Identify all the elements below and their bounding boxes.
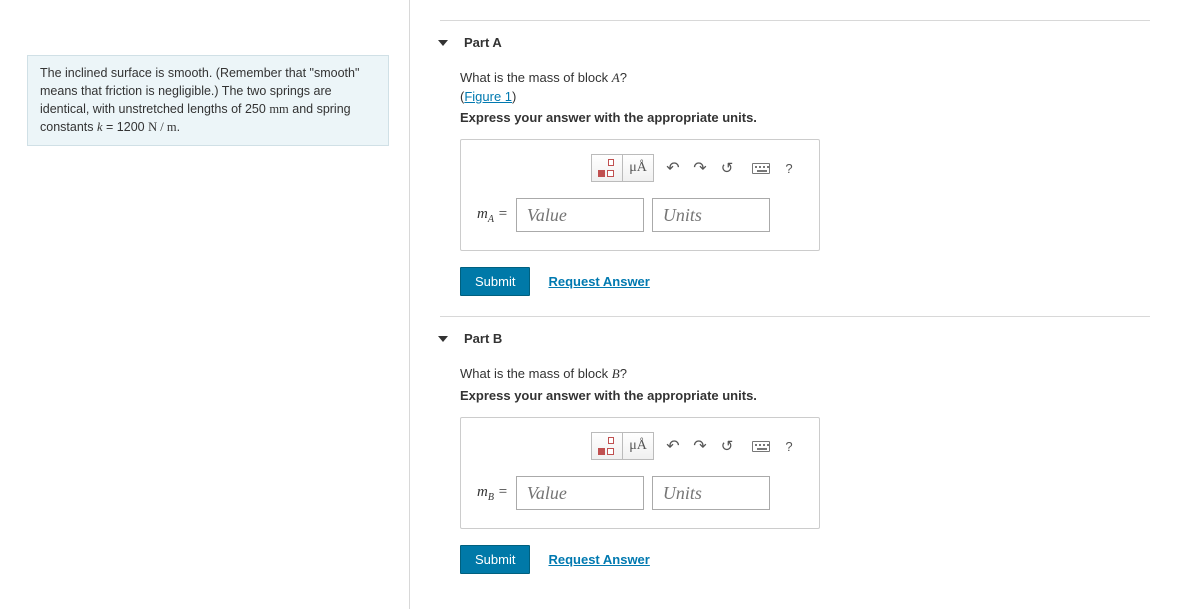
undo-icon: ↶	[666, 158, 679, 178]
figure-link[interactable]: Figure 1	[464, 89, 512, 104]
part-a-submit-button[interactable]: Submit	[460, 267, 530, 296]
force-unit: N / m	[148, 120, 176, 134]
part-a-input-row: mA =	[477, 198, 803, 232]
part-a-question: What is the mass of block A?	[460, 70, 1150, 86]
problem-text-end: .	[177, 120, 180, 134]
part-b-value-input[interactable]	[516, 476, 644, 510]
redo-icon: ↷	[693, 436, 706, 456]
reset-icon: ↺	[721, 159, 734, 177]
problem-statement: The inclined surface is smooth. (Remembe…	[27, 55, 389, 146]
part-b-submit-button[interactable]: Submit	[460, 545, 530, 574]
mu-angstrom-icon: μÅ	[629, 160, 647, 176]
help-button[interactable]: ?	[775, 432, 803, 460]
part-b-instruction: Express your answer with the appropriate…	[460, 388, 1150, 403]
reset-icon: ↺	[721, 437, 734, 455]
units-button[interactable]: μÅ	[622, 432, 654, 460]
help-icon: ?	[785, 161, 792, 176]
keyboard-button[interactable]	[746, 154, 776, 182]
reset-button[interactable]: ↺	[713, 432, 741, 460]
fraction-icon	[598, 437, 616, 455]
part-b-header[interactable]: Part B	[460, 331, 1150, 346]
part-a: Part A What is the mass of block A? (Fig…	[410, 21, 1180, 296]
redo-button[interactable]: ↷	[686, 432, 714, 460]
part-a-request-answer[interactable]: Request Answer	[548, 274, 649, 289]
problem-sidebar: The inclined surface is smooth. (Remembe…	[0, 0, 410, 609]
help-button[interactable]: ?	[775, 154, 803, 182]
part-a-actions: Submit Request Answer	[460, 267, 1150, 296]
undo-button[interactable]: ↶	[659, 432, 687, 460]
part-a-header[interactable]: Part A	[460, 35, 1150, 50]
collapse-icon	[438, 40, 448, 46]
help-icon: ?	[785, 439, 792, 454]
part-a-units-input[interactable]	[652, 198, 770, 232]
redo-icon: ↷	[693, 158, 706, 178]
part-b-input-row: mB =	[477, 476, 803, 510]
part-a-instruction: Express your answer with the appropriate…	[460, 110, 1150, 125]
part-b-request-answer[interactable]: Request Answer	[548, 552, 649, 567]
part-a-variable: mA =	[477, 206, 508, 225]
units-button[interactable]: μÅ	[622, 154, 654, 182]
collapse-icon	[438, 336, 448, 342]
templates-button[interactable]	[591, 154, 623, 182]
part-b-units-input[interactable]	[652, 476, 770, 510]
keyboard-icon	[752, 441, 770, 452]
part-b-variable: mB =	[477, 484, 508, 503]
reset-button[interactable]: ↺	[713, 154, 741, 182]
figure-ref: (Figure 1)	[460, 89, 1150, 104]
undo-button[interactable]: ↶	[659, 154, 687, 182]
keyboard-icon	[752, 163, 770, 174]
redo-button[interactable]: ↷	[686, 154, 714, 182]
part-b: Part B What is the mass of block B? Expr…	[410, 317, 1180, 574]
part-b-question: What is the mass of block B?	[460, 366, 1150, 382]
mu-angstrom-icon: μÅ	[629, 438, 647, 454]
part-b-title: Part B	[464, 331, 502, 346]
undo-icon: ↶	[666, 436, 679, 456]
part-a-answer-box: μÅ ↶ ↷ ↺ ? mA =	[460, 139, 820, 251]
part-b-toolbar: μÅ ↶ ↷ ↺ ?	[477, 432, 803, 460]
questions-area: Part A What is the mass of block A? (Fig…	[410, 0, 1200, 609]
templates-button[interactable]	[591, 432, 623, 460]
part-a-title: Part A	[464, 35, 502, 50]
length-unit: mm	[269, 102, 288, 116]
keyboard-button[interactable]	[746, 432, 776, 460]
part-a-value-input[interactable]	[516, 198, 644, 232]
part-a-toolbar: μÅ ↶ ↷ ↺ ?	[477, 154, 803, 182]
part-b-actions: Submit Request Answer	[460, 545, 1150, 574]
problem-eq: = 1200	[103, 120, 149, 134]
fraction-icon	[598, 159, 616, 177]
part-b-answer-box: μÅ ↶ ↷ ↺ ? mB =	[460, 417, 820, 529]
